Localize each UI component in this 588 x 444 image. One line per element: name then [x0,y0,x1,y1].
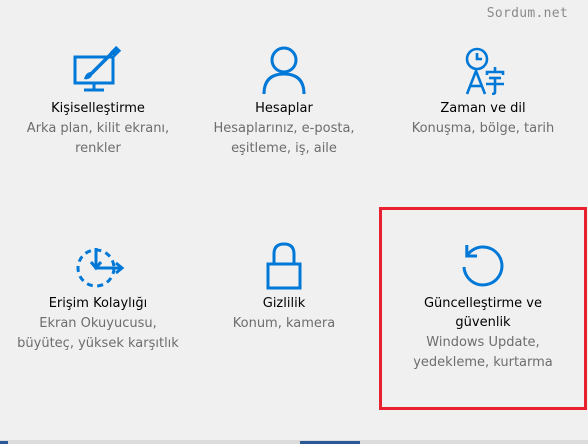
tile-description-line: Konum, kamera [232,316,336,331]
tile-description: Hesaplarınız, e-posta, eşitleme, iş, ail… [186,119,382,159]
tile-description-line: büyüteç, yüksek karşıtlık [17,336,179,351]
tile-description: Ekran Okuyucusu, büyüteç, yüksek karşıtl… [0,314,196,354]
time-language-icon [465,47,505,95]
tile-title-line: güvenlik [455,315,511,330]
tile-description-line: renkler [75,141,121,156]
tile-description-line: Ekran Okuyucusu, [39,316,157,331]
tile-title: Erişim Kolaylığı [48,296,148,311]
tile-title-line: Güncelleştirme ve [423,296,542,311]
tile-title: Hesaplar [255,101,313,116]
update-security-icon [462,245,504,287]
personalization-icon [73,45,122,92]
tile-description-line: Konuşma, bölge, tarih [411,121,555,136]
tile-privacy[interactable]: Gizlilik Konum, kamera [186,240,382,334]
watermark: Sordum.net [486,6,568,21]
tile-description-line: eşitleme, iş, aile [231,141,337,156]
accounts-icon [262,46,306,95]
tile-personalization[interactable]: Kişiselleştirme Arka plan, kilit ekranı,… [0,45,196,159]
tile-description: Windows Update, yedekleme, kurtarma [385,333,581,373]
tile-title: Gizlilik [262,296,306,311]
tile-ease-of-access[interactable]: Erişim Kolaylığı Ekran Okuyucusu, büyüte… [0,240,196,354]
tile-description: Konum, kamera [186,314,382,334]
privacy-lock-icon [266,242,302,290]
ease-of-access-icon [76,248,125,288]
tile-description-line: Hesaplarınız, e-posta, [213,121,355,136]
bottom-strip [0,440,588,444]
tile-description: Konuşma, bölge, tarih [385,119,581,139]
tile-accounts[interactable]: Hesaplar Hesaplarınız, e-posta, eşitleme… [186,45,382,159]
tile-update-security[interactable]: Güncelleştirme ve güvenlik Windows Updat… [385,240,581,373]
tile-title: Kişiselleştirme [51,101,145,116]
tile-title: Zaman ve dil [440,101,526,116]
tile-description-line: yedekleme, kurtarma [413,355,553,370]
tile-time-language[interactable]: Zaman ve dil Konuşma, bölge, tarih [385,45,581,139]
tile-title: Güncelleştirme ve güvenlik [385,294,581,332]
tile-description-line: Arka plan, kilit ekranı, [26,121,170,136]
tile-description: Arka plan, kilit ekranı, renkler [0,119,196,159]
tile-description-line: Windows Update, [426,335,540,350]
